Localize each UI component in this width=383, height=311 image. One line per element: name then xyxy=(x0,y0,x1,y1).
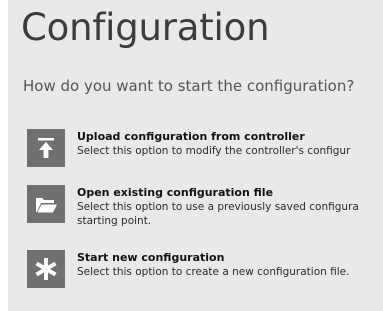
option-description: Select this option to create a new confi… xyxy=(77,266,350,278)
option-description: Select this option to modify the control… xyxy=(77,145,351,157)
option-title: Upload configuration from controller xyxy=(77,130,305,143)
option-description: Select this option to use a previously s… xyxy=(77,201,359,213)
option-start-new-configuration[interactable]: Start new configuration Select this opti… xyxy=(27,250,383,290)
option-title: Start new configuration xyxy=(77,251,225,264)
option-upload-from-controller[interactable]: Upload configuration from controller Sel… xyxy=(27,129,383,169)
option-text: Open existing configuration file Select … xyxy=(77,186,383,228)
page-title: Configuration xyxy=(21,6,270,49)
option-text: Start new configuration Select this opti… xyxy=(77,251,383,279)
configuration-panel: Configuration How do you want to start t… xyxy=(8,0,383,311)
option-open-existing-file[interactable]: Open existing configuration file Select … xyxy=(27,185,383,233)
upload-icon xyxy=(27,129,65,167)
option-title: Open existing configuration file xyxy=(77,186,274,199)
option-description-line2: starting point. xyxy=(77,215,152,227)
asterisk-icon xyxy=(27,250,65,288)
folder-open-icon xyxy=(27,185,65,223)
page-question: How do you want to start the configurati… xyxy=(23,77,355,95)
option-text: Upload configuration from controller Sel… xyxy=(77,130,383,158)
